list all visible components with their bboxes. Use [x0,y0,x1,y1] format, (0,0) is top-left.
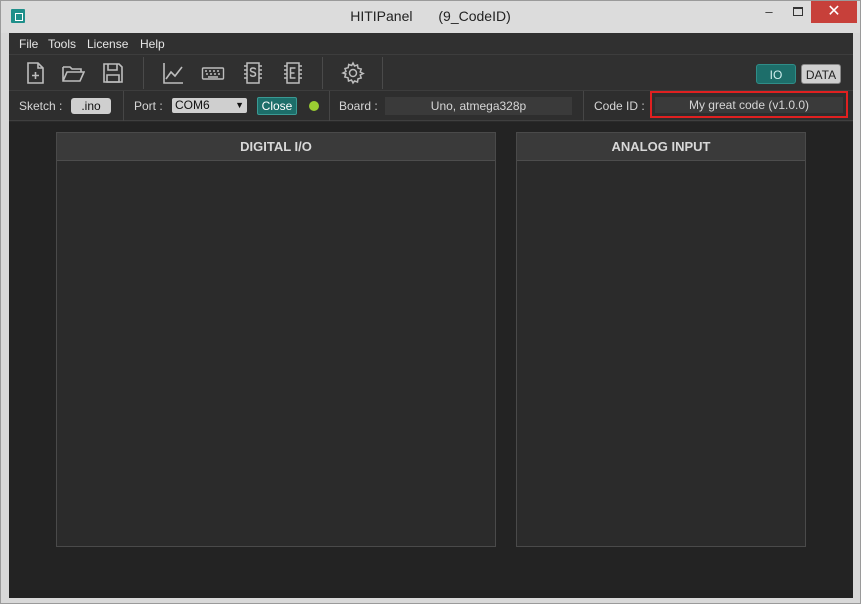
save-icon[interactable] [101,61,125,85]
open-folder-icon[interactable] [61,61,86,85]
new-file-icon[interactable] [23,61,47,85]
menu-bar: File Tools License Help [9,33,853,55]
codeid-field: My great code (v1.0.0) [655,97,843,113]
digital-io-panel: DIGITAL I/O [56,132,496,547]
maximize-icon [793,7,803,16]
toolbar-separator [322,57,323,89]
port-select[interactable]: COM6 ▼ [172,98,247,113]
gear-icon[interactable] [341,61,365,85]
e-chip-icon[interactable] [281,61,305,85]
data-mode-button[interactable]: DATA [801,64,841,84]
close-window-button[interactable]: ✕ [811,1,857,23]
toolbar: IO DATA [9,55,853,91]
maximize-button[interactable] [785,1,811,23]
menu-license[interactable]: License [87,37,128,51]
sketch-button[interactable]: .ino [71,98,111,114]
connection-led [309,101,319,111]
board-label: Board : [339,99,378,113]
board-field: Uno, atmega328p [385,97,572,115]
close-port-button[interactable]: Close [257,97,297,115]
menu-file[interactable]: File [19,37,38,51]
close-icon: ✕ [827,3,841,20]
sketch-label: Sketch : [19,99,63,113]
s-chip-icon[interactable] [241,61,265,85]
app-area: File Tools License Help IO DATA Sketch:… [9,33,853,598]
codeid-highlight: My great code (v1.0.0) [650,91,848,118]
chart-icon[interactable] [161,61,185,85]
chevron-down-icon: ▼ [235,100,244,110]
io-mode-button[interactable]: IO [756,64,796,84]
codeid-label: Code ID : [594,99,645,113]
port-label: Port : [134,99,163,113]
window-title: HITIPanel (9_CodeID) [1,8,860,24]
menu-tools[interactable]: Tools [48,37,76,51]
infobar-separator [123,91,124,121]
main-area: DIGITAL I/O ANALOG INPUT [9,122,853,598]
infobar-separator [329,91,330,121]
port-value: COM6 [175,98,210,112]
keyboard-icon[interactable] [201,61,225,85]
analog-input-panel: ANALOG INPUT [516,132,806,547]
info-bar: Sketch : .ino Port : COM6 ▼ Close Board … [9,91,853,121]
analog-input-header: ANALOG INPUT [517,133,805,161]
title-bar: HITIPanel (9_CodeID) – ✕ [1,1,860,33]
digital-io-header: DIGITAL I/O [57,133,495,161]
minimize-button[interactable]: – [753,1,785,23]
toolbar-separator [143,57,144,89]
window-title-text: HITIPanel [350,8,413,24]
toolbar-separator [382,57,383,89]
infobar-separator [583,91,584,121]
app-window: HITIPanel (9_CodeID) – ✕ File Tools Lice… [0,0,861,604]
menu-help[interactable]: Help [140,37,165,51]
minimize-icon: – [765,4,773,19]
window-subtitle-text: (9_CodeID) [438,8,511,24]
